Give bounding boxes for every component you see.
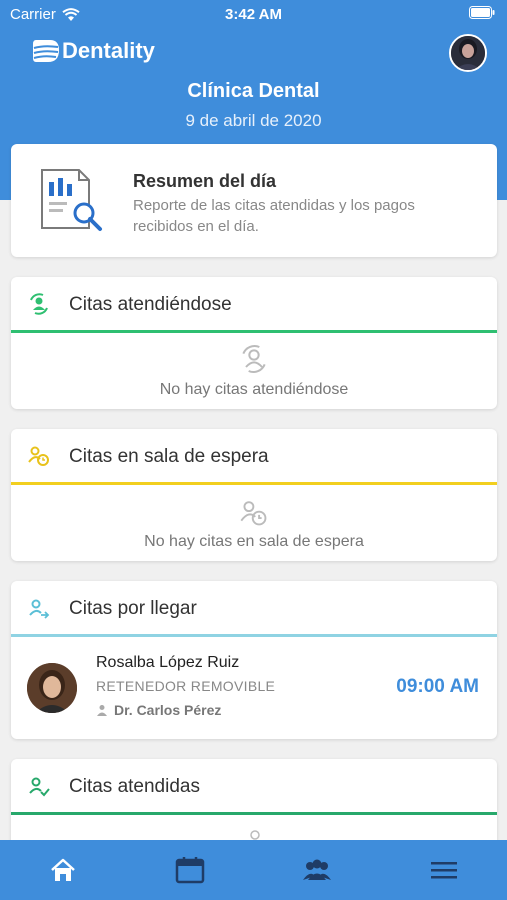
battery-icon xyxy=(469,6,495,23)
arriving-appointments-card: Citas por llegar Rosalba López Ruiz RETE… xyxy=(11,581,497,739)
waiting-header: Citas en sala de espera xyxy=(11,429,497,483)
patient-name: Rosalba López Ruiz xyxy=(96,654,240,671)
attending-header: Citas atendiéndose xyxy=(11,277,497,331)
appointment-doctor: Dr. Carlos Pérez xyxy=(96,702,221,718)
arriving-icon xyxy=(29,599,50,619)
attending-icon xyxy=(30,293,48,315)
attending-divider xyxy=(11,330,497,333)
logo-icon xyxy=(33,40,59,62)
waiting-empty-state: No hay citas en sala de espera xyxy=(11,499,497,551)
appointment-item[interactable]: Rosalba López Ruiz RETENEDOR REMOVIBLE D… xyxy=(11,639,497,739)
attending-title: Citas atendiéndose xyxy=(69,294,232,315)
attending-appointments-card: Citas atendiéndose No hay citas atendién… xyxy=(11,277,497,409)
arriving-header: Citas por llegar xyxy=(11,581,497,635)
calendar-icon xyxy=(175,857,205,884)
home-icon xyxy=(51,858,76,881)
attending-empty-text: No hay citas atendiéndose xyxy=(159,381,349,398)
report-icon xyxy=(39,168,105,237)
attending-empty-icon xyxy=(242,345,266,373)
doctor-icon xyxy=(97,705,107,716)
waiting-divider xyxy=(11,482,497,485)
app-topbar: Dentality xyxy=(0,34,507,74)
arriving-title: Citas por llegar xyxy=(69,598,197,619)
waiting-title: Citas en sala de espera xyxy=(69,446,269,467)
nav-menu[interactable] xyxy=(380,840,507,900)
clinic-date: 9 de abril de 2020 xyxy=(185,111,322,130)
attended-icon xyxy=(29,777,50,797)
waiting-empty-text: No hay citas en sala de espera xyxy=(144,533,364,550)
menu-icon xyxy=(430,862,457,879)
nav-calendar[interactable] xyxy=(127,840,254,900)
waiting-appointments-card: Citas en sala de espera No hay citas en … xyxy=(11,429,497,561)
daily-summary-card[interactable]: Resumen del día Reporte de las citas ate… xyxy=(11,144,497,257)
app-name: Dentality xyxy=(62,38,155,63)
appointment-time: 09:00 AM xyxy=(396,676,479,697)
appointment-treatment: RETENEDOR REMOVIBLE xyxy=(96,678,276,694)
patients-icon xyxy=(302,859,331,880)
attended-divider xyxy=(11,812,497,815)
attended-title: Citas atendidas xyxy=(69,776,200,797)
attending-empty-state: No hay citas atendiéndose xyxy=(11,343,497,399)
waiting-empty-icon xyxy=(240,501,267,526)
nav-home[interactable] xyxy=(0,840,127,900)
user-avatar[interactable] xyxy=(449,34,487,72)
app-logo: Dentality xyxy=(32,38,155,64)
doctor-name: Dr. Carlos Pérez xyxy=(114,702,222,718)
arriving-divider xyxy=(11,634,497,637)
bottom-navigation xyxy=(0,840,507,900)
clinic-title: Clínica Dental xyxy=(187,80,320,102)
patient-avatar xyxy=(27,663,77,713)
summary-description: Reporte de las citas atendidas y los pag… xyxy=(133,197,415,235)
summary-title: Resumen del día xyxy=(133,171,277,191)
attended-header: Citas atendidas xyxy=(11,759,497,813)
status-bar: Carrier 3:42 AM xyxy=(0,0,507,28)
waiting-icon xyxy=(28,446,49,466)
nav-patients[interactable] xyxy=(254,840,381,900)
status-time: 3:42 AM xyxy=(225,6,282,23)
